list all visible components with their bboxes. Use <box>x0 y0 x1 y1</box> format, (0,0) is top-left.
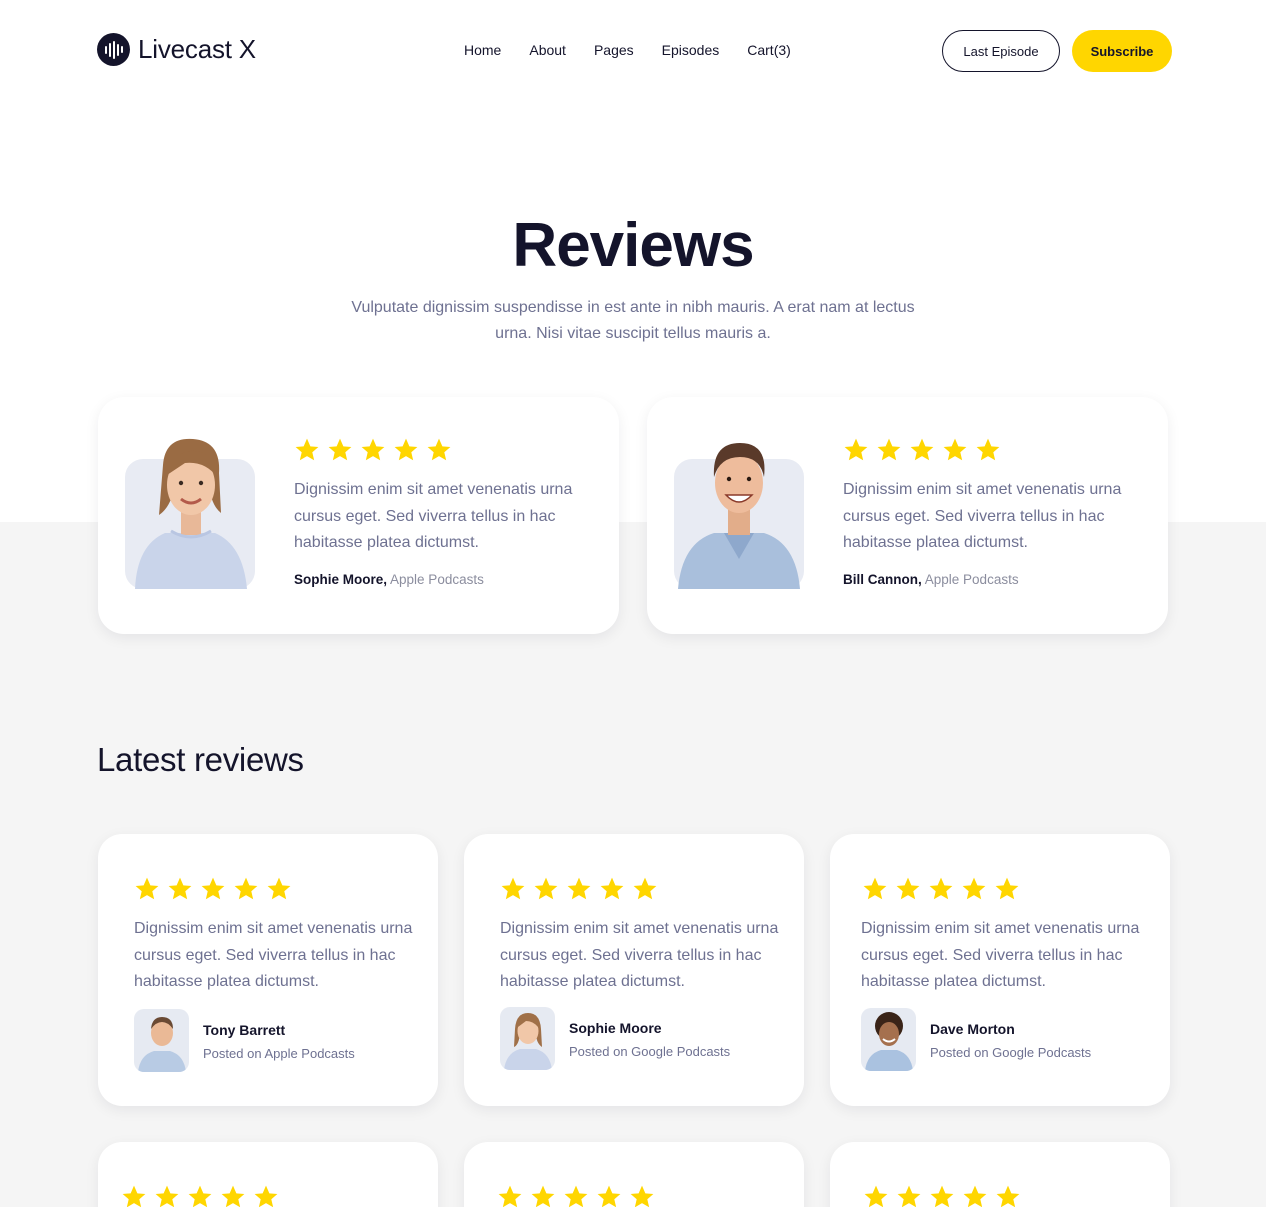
reviewer-name: Tony Barrett <box>203 1022 286 1038</box>
review-source: Apple Podcasts <box>390 572 484 587</box>
star-icon <box>531 1185 555 1207</box>
star-icon <box>155 1185 179 1207</box>
nav-cart[interactable]: Cart(3) <box>747 42 791 58</box>
star-icon <box>221 1185 245 1207</box>
rating-stars <box>497 1184 655 1207</box>
woman-portrait-icon <box>135 438 247 589</box>
reviewer-photo <box>674 443 804 589</box>
rating-stars <box>843 437 1001 463</box>
nav-about[interactable]: About <box>529 42 566 58</box>
featured-review-card: Dignissim enim sit amet venenatis urna c… <box>98 397 619 634</box>
logo-text: Livecast X <box>138 34 256 64</box>
star-icon <box>427 438 451 461</box>
star-icon <box>135 877 159 900</box>
page-subtitle: Vulputate dignissim suspendisse in est a… <box>351 299 915 342</box>
review-meta: Posted on Google Podcasts <box>569 1044 731 1059</box>
review-author: Bill Cannon, Apple Podcasts <box>843 572 1019 587</box>
review-text: Dignissim enim sit amet venenatis urna c… <box>843 481 1122 551</box>
rating-stars <box>500 876 658 902</box>
rating-stars <box>863 1184 1021 1207</box>
nav-pages[interactable]: Pages <box>594 42 634 58</box>
rating-stars <box>294 437 452 463</box>
rating-stars <box>862 876 1020 902</box>
star-icon <box>844 438 868 461</box>
latest-reviews-title: Latest reviews <box>97 741 304 778</box>
star-icon <box>877 438 901 461</box>
man-portrait-icon <box>678 443 800 589</box>
review-source: Apple Podcasts <box>924 572 1019 587</box>
star-icon <box>630 1185 654 1207</box>
man-avatar-icon <box>134 1009 189 1072</box>
star-icon <box>501 877 525 900</box>
review-card: Dignissim enim sit amet venenatis urna c… <box>98 834 438 1106</box>
last-episode-button[interactable]: Last Episode <box>942 30 1060 72</box>
star-icon <box>896 877 920 900</box>
main-nav: Home About Pages Episodes Cart(3) <box>464 42 791 58</box>
star-icon <box>234 877 258 900</box>
star-icon <box>963 1185 987 1207</box>
woman-avatar-icon <box>500 1007 555 1070</box>
star-icon <box>600 877 624 900</box>
star-icon <box>962 877 986 900</box>
star-icon <box>188 1185 212 1207</box>
star-icon <box>996 1185 1020 1207</box>
review-text: Dignissim enim sit amet venenatis urna c… <box>500 920 779 990</box>
avatar <box>861 1008 916 1071</box>
star-icon <box>995 877 1019 900</box>
avatar <box>500 1007 555 1070</box>
star-icon <box>567 877 591 900</box>
star-icon <box>864 1185 888 1207</box>
star-icon <box>122 1185 146 1207</box>
star-icon <box>597 1185 621 1207</box>
review-card <box>830 1142 1170 1207</box>
author-name: Sophie Moore, <box>294 572 388 587</box>
rating-stars <box>134 876 292 902</box>
star-icon <box>394 438 418 461</box>
review-meta: Posted on Google Podcasts <box>930 1045 1092 1060</box>
star-icon <box>328 438 352 461</box>
logo[interactable]: Livecast X <box>97 33 256 66</box>
soundwave-logo-icon <box>97 33 130 66</box>
review-meta: Posted on Apple Podcasts <box>203 1046 355 1061</box>
star-icon <box>168 877 192 900</box>
site-header: Livecast X Home About Pages Episodes Car… <box>0 0 1266 102</box>
reviewer-photo <box>125 438 255 589</box>
avatar <box>134 1009 189 1072</box>
review-text: Dignissim enim sit amet venenatis urna c… <box>294 481 573 551</box>
star-icon <box>930 1185 954 1207</box>
star-icon <box>295 438 319 461</box>
reviewer-name: Sophie Moore <box>569 1020 662 1036</box>
star-icon <box>633 877 657 900</box>
review-card: Dignissim enim sit amet venenatis urna c… <box>830 834 1170 1106</box>
subscribe-button[interactable]: Subscribe <box>1072 30 1172 72</box>
page-title: Reviews <box>512 211 754 280</box>
review-card <box>98 1142 438 1207</box>
nav-home[interactable]: Home <box>464 42 501 58</box>
star-icon <box>910 438 934 461</box>
star-icon <box>201 877 225 900</box>
star-icon <box>267 877 291 900</box>
star-icon <box>534 877 558 900</box>
featured-review-card: Dignissim enim sit amet venenatis urna c… <box>647 397 1168 634</box>
rating-stars <box>121 1184 279 1207</box>
review-card: Dignissim enim sit amet venenatis urna c… <box>464 834 804 1106</box>
reviewer-name: Dave Morton <box>930 1021 1015 1037</box>
nav-episodes[interactable]: Episodes <box>662 42 720 58</box>
star-icon <box>564 1185 588 1207</box>
review-author: Sophie Moore, Apple Podcasts <box>294 572 484 587</box>
star-icon <box>943 438 967 461</box>
review-text: Dignissim enim sit amet venenatis urna c… <box>134 920 413 990</box>
star-icon <box>498 1185 522 1207</box>
man-avatar-icon <box>861 1008 916 1071</box>
review-card <box>464 1142 804 1207</box>
author-name: Bill Cannon, <box>843 572 922 587</box>
star-icon <box>361 438 385 461</box>
star-icon <box>254 1185 278 1207</box>
star-icon <box>929 877 953 900</box>
star-icon <box>976 438 1000 461</box>
review-text: Dignissim enim sit amet venenatis urna c… <box>861 920 1140 990</box>
star-icon <box>897 1185 921 1207</box>
star-icon <box>863 877 887 900</box>
